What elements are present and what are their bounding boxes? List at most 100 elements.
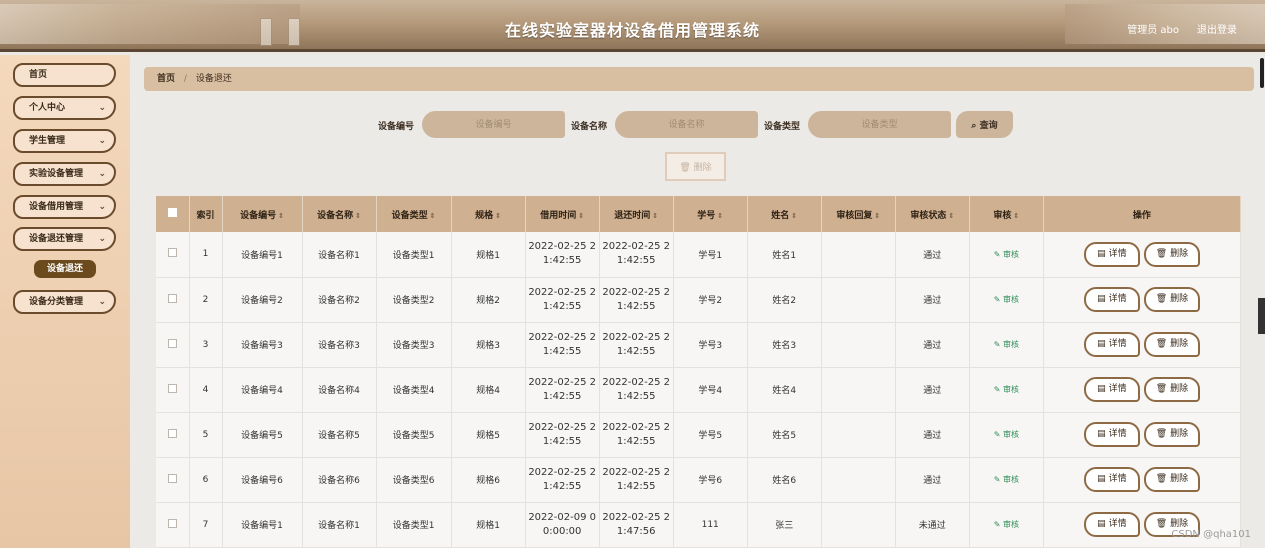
sort-icon[interactable]: ⇕	[874, 212, 880, 220]
row-checkbox[interactable]	[167, 338, 177, 348]
current-user: 管理员 abo	[1127, 25, 1179, 36]
cell-equipment-type: 设备类型1	[376, 502, 452, 548]
scrollbar-thumb[interactable]	[1260, 58, 1264, 88]
cell-spec: 规格2	[451, 277, 526, 323]
sort-icon[interactable]: ⇕	[717, 212, 723, 220]
cell-student-name: 姓名2	[747, 277, 822, 323]
breadcrumb-home[interactable]: 首页	[157, 74, 175, 84]
detail-button[interactable]: ▤ 详情	[1083, 377, 1140, 402]
detail-button-label: 详情	[1108, 248, 1127, 259]
audit-link[interactable]: ✎ 审核	[994, 340, 1019, 349]
equipment-name-input[interactable]	[615, 111, 758, 138]
sidebar-item-home[interactable]: 首页	[13, 63, 116, 87]
delete-row-button[interactable]: 🗑 删除	[1143, 287, 1200, 312]
sidebar-subitem-equipment-return[interactable]: 设备退还	[34, 260, 96, 278]
sort-icon[interactable]: ⇕	[578, 212, 584, 220]
audit-link[interactable]: ✎ 审核	[994, 295, 1019, 304]
chevron-down-icon: ⌄	[98, 103, 106, 113]
cell-audit: ✎ 审核	[969, 322, 1044, 368]
row-select-cell	[156, 277, 190, 323]
select-all-checkbox[interactable]	[167, 208, 177, 217]
audit-link[interactable]: ✎ 审核	[994, 475, 1019, 484]
equipment-no-input[interactable]	[422, 111, 565, 138]
cell-operations: ▤ 详情 🗑 删除	[1043, 367, 1242, 413]
col-header-return-time[interactable]: 退还时间 ⇕	[599, 196, 674, 232]
sort-icon[interactable]: ⇕	[652, 212, 658, 220]
sidebar-item-personal-center[interactable]: 个人中心 ⌄	[13, 96, 116, 120]
sort-icon[interactable]: ⇕	[430, 212, 436, 220]
sort-icon[interactable]: ⇕	[948, 212, 954, 220]
delete-row-button[interactable]: 🗑 删除	[1143, 241, 1200, 267]
delete-button-label: 删除	[1170, 474, 1189, 484]
detail-button[interactable]: ▤ 详情	[1083, 422, 1140, 447]
row-checkbox[interactable]	[167, 248, 177, 258]
main-content: 首页 / 设备退还 设备编号 设备名称 设备类型 ⌕ 查询 🗑 删除 索引	[130, 55, 1265, 548]
logout-link[interactable]: 退出登录	[1197, 21, 1237, 36]
col-header-audit[interactable]: 审核 ⇕	[969, 196, 1044, 232]
row-checkbox[interactable]	[167, 518, 177, 528]
cell-student-name: 姓名5	[747, 412, 822, 458]
app-title: 在线实验室器材设备借用管理系统	[504, 21, 760, 40]
row-checkbox[interactable]	[167, 293, 177, 303]
return-time-line1: 2022-02-25 2	[602, 331, 670, 343]
borrow-time-line1: 2022-02-25 2	[528, 421, 596, 433]
table-row: 7 设备编号1 设备名称1 设备类型1 规格1 2022-02-09 0 0:00:00 20…	[156, 502, 1242, 548]
detail-button[interactable]: ▤ 详情	[1083, 512, 1140, 537]
col-header-student-no[interactable]: 学号 ⇕	[673, 196, 748, 232]
row-checkbox[interactable]	[167, 473, 177, 483]
sort-icon[interactable]: ⇕	[1013, 212, 1019, 220]
delete-row-button[interactable]: 🗑 删除	[1143, 467, 1200, 492]
trash-icon: 🗑	[1155, 248, 1168, 259]
delete-row-button[interactable]: 🗑 删除	[1143, 422, 1200, 447]
trash-icon: 🗑	[1155, 294, 1168, 304]
detail-button[interactable]: ▤ 详情	[1083, 241, 1140, 267]
sort-icon[interactable]: ⇕	[278, 212, 284, 220]
delete-row-button[interactable]: 🗑 删除	[1143, 332, 1200, 357]
col-header-equipment-name[interactable]: 设备名称 ⇕	[302, 196, 377, 232]
return-table: 索引 设备编号 ⇕ 设备名称 ⇕ 设备类型 ⇕ 规格 ⇕ 借用时间 ⇕ 退还时间 ⇕ 学号 ⇕…	[156, 196, 1242, 548]
detail-button[interactable]: ▤ 详情	[1083, 332, 1140, 357]
col-header-equipment-no[interactable]: 设备编号 ⇕	[222, 196, 303, 232]
audit-link[interactable]: ✎ 审核	[994, 520, 1019, 529]
sidebar-item-return-management[interactable]: 设备退还管理 ⌄	[13, 227, 116, 251]
col-header-student-name[interactable]: 姓名 ⇕	[747, 196, 822, 232]
sidebar-item-category-management[interactable]: 设备分类管理 ⌄	[13, 290, 116, 314]
col-header-audit-reply[interactable]: 审核回复 ⇕	[821, 196, 896, 232]
cell-index: 4	[189, 367, 223, 413]
query-button[interactable]: ⌕ 查询	[956, 111, 1013, 138]
detail-button[interactable]: ▤ 详情	[1083, 287, 1140, 312]
col-header-equipment-type[interactable]: 设备类型 ⇕	[376, 196, 452, 232]
sidebar-item-student-management[interactable]: 学生管理 ⌄	[13, 129, 116, 153]
audit-link[interactable]: ✎ 审核	[994, 430, 1019, 439]
col-header-borrow-time[interactable]: 借用时间 ⇕	[525, 196, 600, 232]
sidebar-item-equipment-management[interactable]: 实验设备管理 ⌄	[13, 162, 116, 186]
table-header-row: 索引 设备编号 ⇕ 设备名称 ⇕ 设备类型 ⇕ 规格 ⇕ 借用时间 ⇕ 退还时间 ⇕ 学号 ⇕…	[156, 196, 1242, 232]
equipment-type-input[interactable]	[808, 111, 951, 138]
row-checkbox[interactable]	[167, 428, 177, 438]
sidebar-item-borrow-management[interactable]: 设备借用管理 ⌄	[13, 195, 116, 219]
cell-audit-status: 通过	[895, 322, 970, 368]
trash-icon: 🗑	[1155, 339, 1168, 349]
sidebar-item-label: 设备分类管理	[29, 297, 84, 307]
col-header-spec[interactable]: 规格 ⇕	[451, 196, 526, 232]
detail-button[interactable]: ▤ 详情	[1083, 467, 1140, 492]
row-checkbox[interactable]	[167, 383, 177, 393]
sort-icon[interactable]: ⇕	[495, 212, 501, 220]
audit-link-label: 审核	[1002, 249, 1019, 259]
col-header-audit-status[interactable]: 审核状态 ⇕	[895, 196, 970, 232]
cell-return-time: 2022-02-25 2 1:42:55	[599, 322, 674, 368]
delete-button-label: 删除	[1170, 339, 1189, 349]
cell-student-name: 姓名6	[747, 457, 822, 503]
sort-icon[interactable]: ⇕	[791, 212, 797, 220]
cell-spec: 规格1	[451, 232, 526, 278]
audit-link[interactable]: ✎ 审核	[994, 250, 1019, 259]
audit-link[interactable]: ✎ 审核	[994, 385, 1019, 394]
sort-icon[interactable]: ⇕	[355, 212, 361, 220]
delete-row-button[interactable]: 🗑 删除	[1143, 377, 1200, 402]
batch-delete-button[interactable]: 🗑 删除	[665, 152, 726, 181]
cell-equipment-no: 设备编号5	[222, 412, 303, 458]
borrow-time-line1: 2022-02-25 2	[528, 241, 596, 253]
cell-borrow-time: 2022-02-25 2 1:42:55	[525, 367, 600, 413]
side-collapse-handle[interactable]	[1258, 298, 1265, 334]
borrow-time-line2: 1:42:55	[542, 435, 582, 447]
